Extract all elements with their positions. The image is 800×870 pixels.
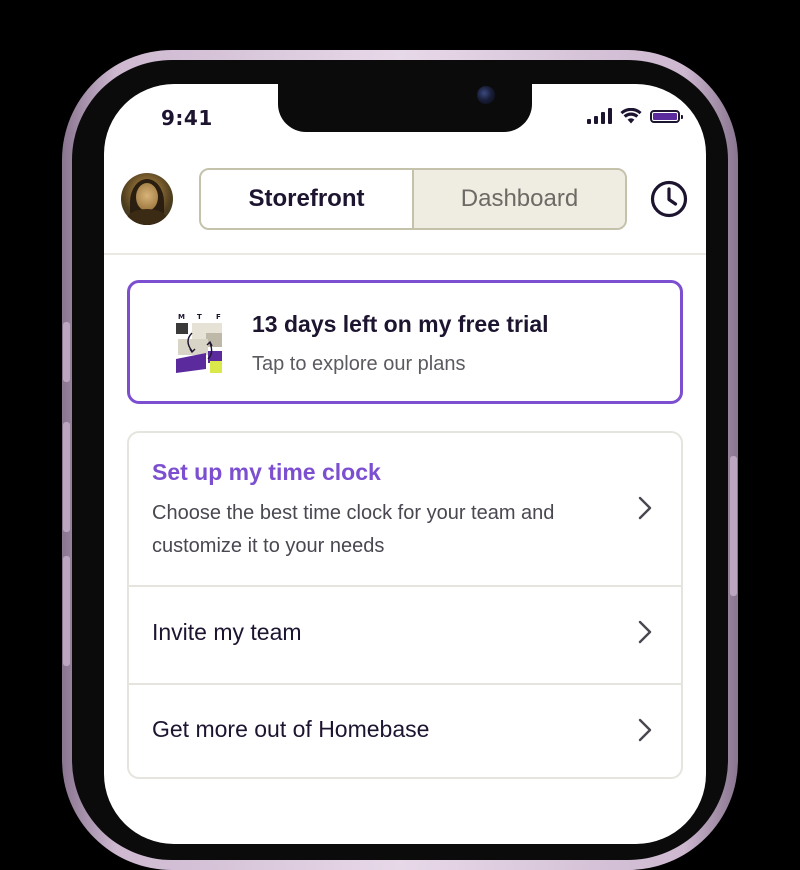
battery-icon (650, 109, 683, 123)
chevron-right-icon (638, 620, 652, 644)
tab-dashboard[interactable]: Dashboard (414, 170, 625, 228)
free-trial-banner[interactable]: M T F 13 days left on my free trial Tap … (127, 280, 683, 404)
svg-text:T: T (197, 313, 202, 321)
avatar[interactable] (121, 173, 173, 225)
volume-down-button (63, 556, 70, 666)
onboarding-list: Set up my time clock Choose the best tim… (127, 431, 683, 779)
chevron-right-icon (638, 718, 652, 742)
clock-icon[interactable] (649, 179, 689, 219)
tab-storefront[interactable]: Storefront (201, 170, 414, 228)
trial-title: 13 days left on my free trial (252, 311, 549, 337)
silent-switch (63, 322, 70, 382)
header-divider (104, 253, 706, 255)
power-button (730, 456, 737, 596)
list-item-invite-team[interactable]: Invite my team (129, 585, 681, 685)
list-item-get-more-homebase[interactable]: Get more out of Homebase (129, 683, 681, 777)
setup-time-clock-description: Choose the best time clock for your team… (152, 502, 555, 557)
notch (278, 84, 532, 132)
wifi-icon (620, 108, 642, 124)
svg-text:F: F (216, 313, 221, 321)
list-item-setup-time-clock[interactable]: Set up my time clock Choose the best tim… (129, 433, 681, 587)
cellular-signal-icon (587, 108, 612, 124)
setup-time-clock-title: Set up my time clock (152, 459, 381, 485)
storefront-dashboard-toggle: Storefront Dashboard (199, 168, 627, 230)
status-icons (587, 108, 683, 124)
phone-screen: 9:41 Storefront Dashboard M T F 13 days … (104, 84, 706, 844)
front-camera (477, 86, 495, 104)
battery-level (653, 112, 677, 120)
get-more-homebase-label: Get more out of Homebase (152, 716, 430, 742)
trial-subtitle: Tap to explore our plans (252, 353, 466, 375)
chevron-right-icon (638, 496, 652, 520)
status-time: 9:41 (161, 106, 213, 130)
volume-up-button (63, 422, 70, 532)
calendar-schedule-illustration: M T F (176, 313, 222, 373)
svg-text:M: M (178, 313, 185, 321)
invite-team-label: Invite my team (152, 619, 302, 645)
